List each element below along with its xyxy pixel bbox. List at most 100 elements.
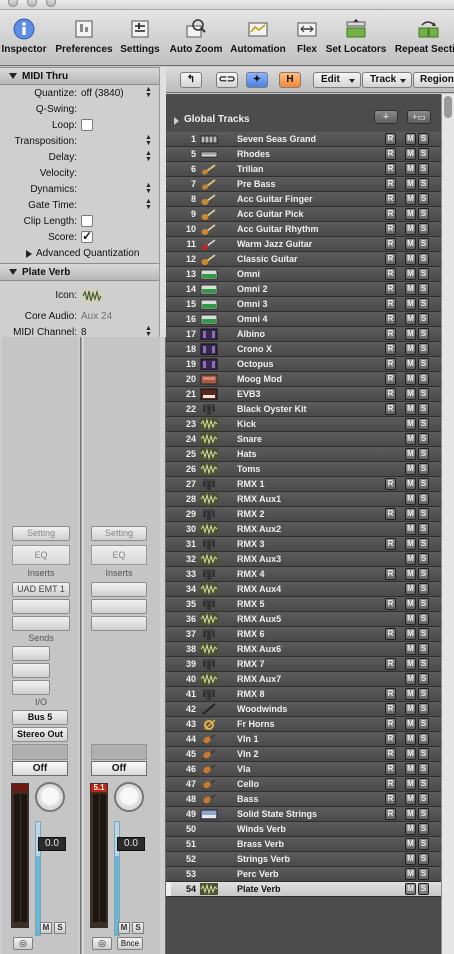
track-name[interactable]: RMX Aux6 (237, 644, 281, 654)
record-enable-button[interactable]: R (385, 718, 396, 730)
transposition-row[interactable]: Transposition: ▲ ▼ (0, 134, 159, 150)
record-enable-button[interactable]: R (385, 163, 396, 175)
track-name[interactable]: RMX 4 (237, 569, 265, 579)
mute-button[interactable]: M (405, 553, 416, 565)
track-row[interactable]: 27 RMX 1 RMS (166, 477, 441, 492)
track-name[interactable]: Acc Guitar Pick (237, 209, 304, 219)
track-row[interactable]: 6 Trilian R M S (166, 162, 441, 177)
solo-button[interactable]: S (418, 613, 429, 625)
track-row[interactable]: 11 Warm Jazz Guitar R M S (166, 237, 441, 252)
track-row[interactable]: 48 Bass R M S (166, 792, 441, 807)
record-enable-button[interactable]: R (385, 313, 396, 325)
solo-button[interactable]: S (418, 373, 429, 385)
track-row[interactable]: 33 RMX 4 RMS (166, 567, 441, 582)
solo-button[interactable]: S (418, 523, 429, 535)
track-row[interactable]: 44 Vln 1 RMS (166, 732, 441, 747)
solo-button[interactable]: S (418, 658, 429, 670)
track-name[interactable]: Fr Horns (237, 719, 275, 729)
solo-button[interactable]: S (418, 463, 429, 475)
record-enable-button[interactable]: R (385, 373, 396, 385)
mute-button[interactable]: M (405, 508, 416, 520)
track-name[interactable]: Black Oyster Kit (237, 404, 307, 414)
track-row[interactable]: 40 RMX Aux7 M S (166, 672, 441, 687)
track-row[interactable]: 20 Moog Mod R M S (166, 372, 441, 387)
record-enable-button[interactable]: R (385, 388, 396, 400)
zoom-window-button[interactable] (46, 0, 56, 7)
track-row[interactable]: 30 RMX Aux2 M S (166, 522, 441, 537)
track-row[interactable]: 47 Cello R M S (166, 777, 441, 792)
volume-value[interactable]: 0.0 (38, 837, 66, 851)
icon-row[interactable]: Icon: (0, 288, 159, 306)
pan-knob[interactable] (35, 782, 65, 812)
solo-button[interactable]: S (418, 508, 429, 520)
record-enable-button[interactable]: R (385, 208, 396, 220)
solo-button[interactable]: S (418, 763, 429, 775)
record-enable-button[interactable]: R (385, 763, 396, 775)
track-row[interactable]: 24 Snare M S (166, 432, 441, 447)
track-row[interactable]: 16 Omni 4 RMS (166, 312, 441, 327)
solo-button[interactable]: S (418, 223, 429, 235)
mute-button[interactable]: M (405, 448, 416, 460)
velocity-row[interactable]: Velocity: (0, 166, 159, 182)
record-enable-button[interactable]: R (385, 508, 396, 520)
track-row[interactable]: 21 EVB3 R M S (166, 387, 441, 402)
track-row[interactable]: 51 Brass Verb M S (166, 837, 441, 852)
track-row[interactable]: 12 Classic Guitar R M S (166, 252, 441, 267)
mute-button[interactable]: M (405, 538, 416, 550)
track-name[interactable]: EVB3 (237, 389, 261, 399)
track-name[interactable]: RMX 7 (237, 659, 265, 669)
quantize-value[interactable]: off (3840) (81, 88, 124, 99)
solo-button[interactable]: S (418, 718, 429, 730)
track-row[interactable]: 22 Black Oyster Kit R M S (166, 402, 441, 417)
track-name[interactable]: Omni 4 (237, 314, 268, 324)
track-row[interactable]: 31 RMX 3 RMS (166, 537, 441, 552)
mute-button[interactable]: M (405, 628, 416, 640)
mute-button[interactable]: M (405, 223, 416, 235)
insert-slot-3[interactable] (91, 616, 147, 631)
scroll-thumb[interactable] (444, 96, 452, 118)
track-name[interactable]: Vln 2 (237, 749, 259, 759)
mute-button[interactable]: M (405, 703, 416, 715)
track-name[interactable]: Trilian (237, 164, 264, 174)
track-row[interactable]: 23 Kick M S (166, 417, 441, 432)
stepper-arrows-icon[interactable]: ▲ ▼ (145, 86, 152, 99)
solo-button[interactable]: S (418, 193, 429, 205)
insert-slot-1[interactable]: UAD EMT 1 (12, 582, 70, 597)
mute-button[interactable]: M (405, 403, 416, 415)
solo-button[interactable]: S (418, 703, 429, 715)
solo-button[interactable]: S (418, 883, 429, 895)
solo-button[interactable]: S (418, 688, 429, 700)
solo-button[interactable]: S (418, 298, 429, 310)
mute-button[interactable]: M (405, 748, 416, 760)
volume-value[interactable]: 0.0 (117, 837, 145, 851)
mute-button[interactable]: M (405, 868, 416, 880)
track-name[interactable]: Plate Verb (237, 884, 281, 894)
track-name[interactable]: Brass Verb (237, 839, 284, 849)
track-row[interactable]: 32 RMX Aux3 M S (166, 552, 441, 567)
track-row[interactable]: 37 RMX 6 RMS (166, 627, 441, 642)
solo-button[interactable]: S (418, 238, 429, 250)
solo-button[interactable]: S (418, 553, 429, 565)
track-name[interactable]: RMX Aux4 (237, 584, 281, 594)
solo-button[interactable]: S (418, 583, 429, 595)
solo-button[interactable]: S (418, 163, 429, 175)
track-row[interactable]: 15 Omni 3 RMS (166, 297, 441, 312)
solo-button[interactable]: S (418, 643, 429, 655)
record-enable-button[interactable]: R (385, 328, 396, 340)
track-name[interactable]: Moog Mod (237, 374, 282, 384)
record-enable-button[interactable]: R (385, 478, 396, 490)
record-enable-button[interactable]: R (385, 133, 396, 145)
insert-slot-2[interactable] (12, 599, 70, 614)
track-row[interactable]: 39 RMX 7 RMS (166, 657, 441, 672)
track-name[interactable]: RMX Aux7 (237, 674, 281, 684)
mute-button[interactable]: M (405, 283, 416, 295)
track-row[interactable]: 54 Plate Verb M S (166, 882, 441, 897)
record-enable-button[interactable]: R (385, 688, 396, 700)
q-swing-row[interactable]: Q-Swing: (0, 102, 159, 118)
mute-button[interactable]: M (405, 208, 416, 220)
stepper-arrows-icon[interactable]: ▲ ▼ (145, 134, 152, 147)
mute-button[interactable]: M (405, 343, 416, 355)
mute-button[interactable]: M (405, 328, 416, 340)
solo-button[interactable]: S (418, 598, 429, 610)
mute-button[interactable]: M (405, 238, 416, 250)
